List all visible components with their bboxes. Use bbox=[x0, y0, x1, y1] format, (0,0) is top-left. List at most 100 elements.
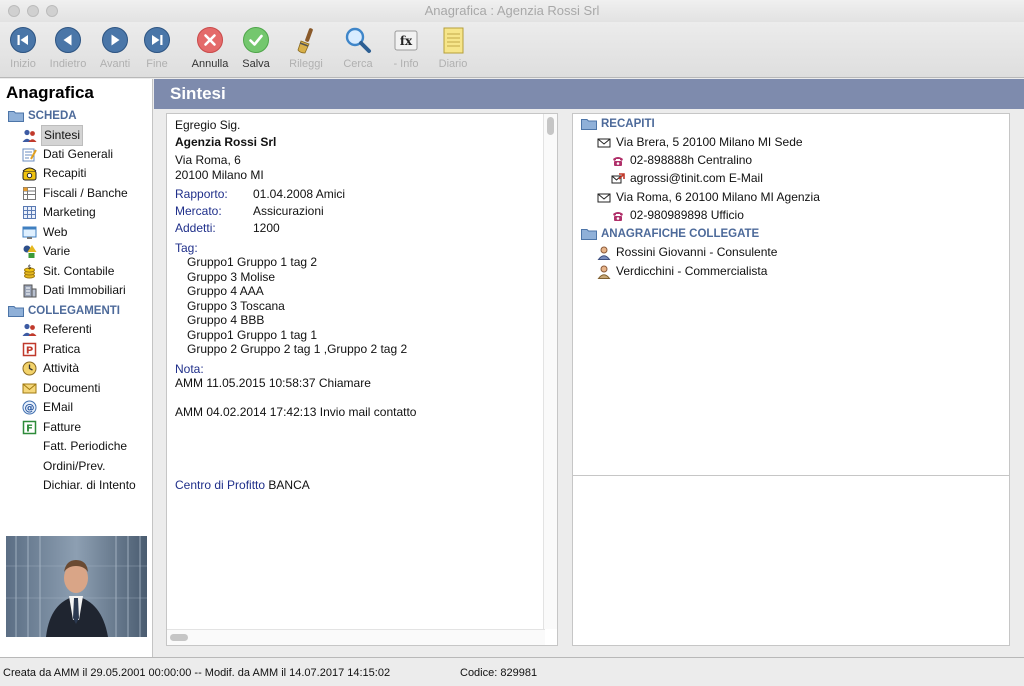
fatture-f-icon: F bbox=[22, 421, 37, 435]
envelope-icon bbox=[597, 193, 611, 203]
envelope-icon bbox=[597, 138, 611, 148]
sidebar-item-documenti[interactable]: Documenti bbox=[22, 379, 102, 398]
inizio-button[interactable]: Inizio bbox=[0, 26, 46, 76]
field-rapporto: Rapporto: 01.04.2008 Amici bbox=[175, 187, 346, 201]
sidebar-item-dati-immobiliari[interactable]: Dati Immobiliari bbox=[22, 281, 128, 300]
inizio-label: Inizio bbox=[10, 58, 36, 70]
summary-horizontal-scrollbar[interactable] bbox=[167, 629, 545, 645]
last-icon bbox=[144, 27, 170, 53]
cancel-icon bbox=[197, 27, 223, 53]
record-history: Creata da AMM il 29.05.2001 00:00:00 -- … bbox=[3, 667, 391, 679]
info-icon: fx bbox=[394, 30, 418, 51]
at-icon: @ bbox=[22, 400, 37, 415]
linked-contact-verdicchini[interactable]: Verdicchini - Commercialista bbox=[597, 263, 767, 280]
detail-pane[interactable] bbox=[572, 475, 1010, 646]
svg-text:F: F bbox=[26, 424, 33, 435]
fine-label: Fine bbox=[146, 58, 168, 70]
recapito-phone-centralino[interactable]: 02-898888h Centralino bbox=[611, 152, 752, 169]
save-icon bbox=[243, 27, 269, 53]
salutation: Egregio Sig. bbox=[175, 118, 241, 132]
rileggi-button[interactable]: Rileggi bbox=[283, 26, 329, 76]
salva-label: Salva bbox=[242, 58, 270, 70]
section-collegamenti[interactable]: COLLEGAMENTI bbox=[8, 302, 120, 320]
first-icon bbox=[10, 27, 36, 53]
note-item: AMM 11.05.2015 10:58:37 Chiamare bbox=[175, 376, 371, 390]
sidebar-item-web[interactable]: Web bbox=[22, 223, 69, 242]
sidebar-item-fatture[interactable]: F Fatture bbox=[22, 418, 83, 437]
info-button[interactable]: fx - Info bbox=[383, 26, 429, 76]
tag-item: Gruppo 3 Toscana bbox=[187, 299, 285, 313]
contacts-tree[interactable]: RECAPITI Via Brera, 5 20100 Milano MI Se… bbox=[572, 113, 1010, 476]
scroll-thumb[interactable] bbox=[170, 634, 188, 641]
tag-label: Tag: bbox=[175, 241, 198, 255]
grid-icon bbox=[23, 206, 36, 220]
svg-text:P: P bbox=[26, 346, 33, 357]
anagrafiche-collegate-section[interactable]: ANAGRAFICHE COLLEGATE bbox=[581, 226, 759, 242]
sidebar-item-email[interactable]: @ EMail bbox=[22, 398, 75, 417]
avanti-button[interactable]: Avanti bbox=[92, 26, 138, 76]
sidebar-item-varie[interactable]: Varie bbox=[22, 242, 72, 261]
company-name: Agenzia Rossi Srl bbox=[175, 135, 277, 149]
tag-item: Gruppo 3 Molise bbox=[187, 270, 276, 284]
salva-button[interactable]: Salva bbox=[233, 26, 279, 76]
telephone-icon bbox=[22, 167, 37, 181]
coins-icon: $ bbox=[24, 264, 35, 279]
shapes-icon bbox=[23, 245, 37, 259]
recapito-address-agenzia[interactable]: Via Roma, 6 20100 Milano MI Agenzia bbox=[597, 189, 820, 206]
scroll-thumb[interactable] bbox=[547, 117, 554, 135]
profit-center: Centro di Profitto BANCA bbox=[175, 478, 310, 492]
magnifier-icon bbox=[345, 27, 371, 53]
page-title: Sintesi bbox=[170, 84, 226, 103]
sidebar-title: Anagrafica bbox=[6, 83, 94, 102]
telephone-icon bbox=[613, 211, 623, 221]
tag-item: Gruppo1 Gruppo 1 tag 2 bbox=[187, 255, 318, 269]
sidebar-item-attivita[interactable]: Attività bbox=[22, 359, 81, 378]
linked-contact-rossini[interactable]: Rossini Giovanni - Consulente bbox=[597, 244, 777, 261]
annulla-label: Annulla bbox=[191, 58, 229, 70]
indietro-label: Indietro bbox=[49, 58, 87, 70]
contact-photo bbox=[6, 536, 147, 637]
cerca-button[interactable]: Cerca bbox=[335, 26, 381, 76]
folder-icon bbox=[581, 228, 597, 240]
section-scheda[interactable]: SCHEDA bbox=[8, 107, 77, 125]
sidebar-item-dichiar-intento[interactable]: Dichiar. di Intento bbox=[41, 476, 138, 495]
recapiti-section[interactable]: RECAPITI bbox=[581, 116, 655, 132]
sidebar-item-dati-generali[interactable]: Dati Generali bbox=[22, 145, 115, 164]
recapito-email[interactable]: agrossi@tinit.com E-Mail bbox=[611, 170, 763, 187]
sidebar-item-marketing[interactable]: Marketing bbox=[22, 203, 98, 222]
sidebar-item-pratica[interactable]: P Pratica bbox=[22, 340, 82, 359]
annulla-button[interactable]: Annulla bbox=[187, 26, 233, 76]
folder-icon bbox=[8, 305, 24, 317]
sidebar: Anagrafica SCHEDA Sintesi Dati Generali … bbox=[0, 79, 153, 657]
toolbar: Inizio Indietro Avanti Fine Annulla Salv… bbox=[0, 22, 1024, 78]
sidebar-item-fatt-periodiche[interactable]: Fatt. Periodiche bbox=[41, 437, 129, 456]
sidebar-item-recapiti[interactable]: Recapiti bbox=[22, 164, 88, 183]
telephone-icon bbox=[613, 156, 623, 166]
fine-button[interactable]: Fine bbox=[134, 26, 180, 76]
brush-icon bbox=[297, 28, 313, 54]
status-bar: Creata da AMM il 29.05.2001 00:00:00 -- … bbox=[0, 657, 1024, 686]
sidebar-item-ordini-prev[interactable]: Ordini/Prev. bbox=[41, 457, 107, 476]
building-icon bbox=[23, 284, 37, 298]
field-addetti: Addetti: 1200 bbox=[175, 221, 280, 235]
indietro-button[interactable]: Indietro bbox=[45, 26, 91, 76]
address-line-1: Via Roma, 6 bbox=[175, 153, 241, 167]
recapito-address-sede[interactable]: Via Brera, 5 20100 Milano MI Sede bbox=[597, 134, 803, 151]
sidebar-item-sit-contabile[interactable]: $ Sit. Contabile bbox=[22, 262, 116, 281]
summary-pane[interactable]: Egregio Sig. Agenzia Rossi Srl Via Roma,… bbox=[166, 113, 558, 646]
summary-vertical-scrollbar[interactable] bbox=[543, 114, 557, 629]
diario-button[interactable]: Diario bbox=[430, 26, 476, 76]
tag-item: Gruppo 2 Gruppo 2 tag 1 ,Gruppo 2 tag 2 bbox=[187, 342, 408, 356]
cerca-label: Cerca bbox=[343, 58, 373, 70]
rileggi-label: Rileggi bbox=[289, 58, 323, 70]
people-icon bbox=[22, 129, 37, 142]
sidebar-item-sintesi[interactable]: Sintesi bbox=[22, 125, 84, 146]
recapito-phone-ufficio[interactable]: 02-980989898 Ufficio bbox=[611, 207, 744, 224]
clock-icon bbox=[22, 361, 37, 376]
svg-text:$: $ bbox=[28, 264, 32, 271]
sidebar-item-referenti[interactable]: Referenti bbox=[22, 320, 94, 339]
envelope-icon bbox=[22, 383, 37, 394]
sidebar-item-fiscali-banche[interactable]: Fiscali / Banche bbox=[22, 184, 130, 203]
main-content: Egregio Sig. Agenzia Rossi Srl Via Roma,… bbox=[154, 109, 1024, 657]
person-icon bbox=[597, 265, 611, 279]
